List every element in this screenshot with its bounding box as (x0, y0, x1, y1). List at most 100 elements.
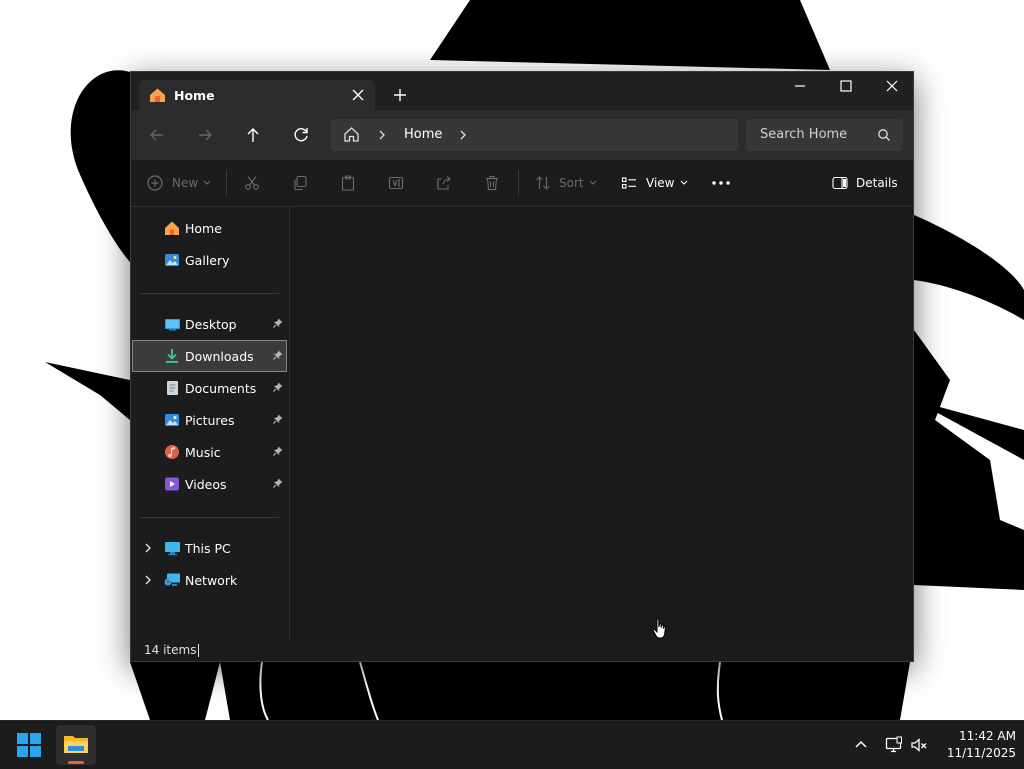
minimize-button[interactable] (777, 72, 823, 102)
chevron-right-icon[interactable] (377, 129, 387, 144)
arrow-left-icon (150, 129, 163, 141)
sidebar-item-label: Music (185, 445, 221, 460)
new-button[interactable]: New (147, 160, 211, 206)
cut-button[interactable] (244, 160, 260, 206)
share-icon (437, 176, 451, 190)
pin-icon[interactable] (273, 318, 283, 332)
sidebar-item-music[interactable]: Music (133, 437, 286, 467)
desktop-folder-icon (164, 316, 181, 335)
new-label: New (172, 176, 199, 190)
view-label: View (646, 176, 675, 190)
rename-icon (388, 176, 404, 190)
sidebar-item-videos[interactable]: Videos (133, 469, 286, 499)
close-tab-icon[interactable] (349, 86, 367, 104)
status-divider (198, 644, 199, 657)
details-button[interactable]: Details (832, 160, 898, 206)
paste-button[interactable] (340, 160, 356, 206)
clock-time[interactable]: 11:42 AM (940, 729, 1016, 743)
item-count: 14 items (144, 643, 197, 657)
tab-title: Home (174, 88, 215, 103)
this-pc-icon (164, 540, 181, 559)
new-tab-button[interactable] (389, 84, 411, 106)
cut-icon (245, 176, 259, 190)
sidebar-item-desktop[interactable]: Desktop (133, 309, 286, 339)
documents-folder-icon (164, 380, 180, 399)
breadcrumb-home[interactable]: Home (404, 127, 442, 142)
pictures-folder-icon (164, 412, 180, 431)
chevron-up-icon[interactable] (853, 737, 869, 754)
sidebar-item-documents[interactable]: Documents (133, 373, 286, 403)
divider (226, 170, 227, 196)
share-button[interactable] (436, 160, 452, 206)
search-icon (877, 128, 891, 145)
network-icon[interactable] (885, 736, 903, 757)
sidebar-item-label: This PC (185, 541, 231, 556)
details-pane-icon (832, 176, 848, 190)
view-button[interactable]: View (621, 160, 688, 206)
taskbar: 11:42 AM 11/11/2025 (0, 720, 1024, 769)
sidebar-item-label: Home (185, 221, 222, 236)
plus-circle-icon (147, 175, 163, 191)
home-icon (149, 87, 166, 106)
details-label: Details (856, 176, 898, 190)
rename-button[interactable] (388, 160, 404, 206)
paste-icon (341, 175, 355, 191)
maximize-button[interactable] (823, 72, 869, 102)
network-icon (164, 572, 181, 591)
more-icon (712, 181, 730, 185)
pin-icon[interactable] (273, 350, 283, 364)
pin-icon[interactable] (273, 478, 283, 492)
more-options-button[interactable] (711, 160, 731, 206)
search-placeholder: Search Home (760, 127, 848, 142)
volume-muted-icon[interactable] (910, 736, 928, 757)
downloads-folder-icon (164, 348, 180, 367)
close-icon (886, 80, 898, 92)
sidebar-item-gallery[interactable]: Gallery (133, 245, 286, 275)
arrow-up-icon (247, 128, 259, 142)
command-bar: New Sort View Details (131, 160, 913, 207)
back-button[interactable] (145, 123, 169, 147)
file-explorer-window: Home Home Search Home New Sort View Deta… (130, 71, 914, 662)
title-bar: Home (131, 72, 913, 110)
chevron-down-icon (681, 180, 688, 185)
close-window-button[interactable] (869, 72, 915, 102)
minimize-icon (795, 85, 805, 87)
refresh-button[interactable] (289, 123, 313, 147)
expand-chevron-icon[interactable] (143, 574, 153, 589)
search-box[interactable]: Search Home (746, 119, 903, 151)
copy-button[interactable] (292, 160, 308, 206)
sidebar-item-network[interactable]: Network (133, 565, 286, 595)
navigation-pane: Home Gallery Desktop Downloads Documents… (131, 207, 290, 639)
home-icon[interactable] (343, 126, 360, 146)
sort-button[interactable]: Sort (535, 160, 597, 206)
chevron-down-icon (589, 180, 596, 185)
home-icon (164, 220, 180, 239)
videos-folder-icon (164, 476, 180, 495)
sidebar-item-home[interactable]: Home (133, 213, 286, 243)
tab-home[interactable]: Home (139, 80, 375, 110)
sidebar-item-downloads[interactable]: Downloads (132, 340, 287, 372)
start-button[interactable] (16, 732, 42, 758)
chevron-right-icon[interactable] (458, 129, 468, 144)
sidebar-item-this-pc[interactable]: This PC (133, 533, 286, 563)
divider (141, 293, 279, 294)
sidebar-item-pictures[interactable]: Pictures (133, 405, 286, 435)
sidebar-item-label: Gallery (185, 253, 230, 268)
sort-label: Sort (559, 176, 584, 190)
expand-chevron-icon[interactable] (143, 542, 153, 557)
active-indicator (68, 761, 84, 764)
pin-icon[interactable] (273, 446, 283, 460)
up-button[interactable] (241, 123, 265, 147)
taskbar-file-explorer[interactable] (56, 725, 96, 765)
pin-icon[interactable] (273, 414, 283, 428)
maximize-icon (840, 80, 852, 92)
pin-icon[interactable] (273, 382, 283, 396)
forward-button[interactable] (193, 123, 217, 147)
clock-date[interactable]: 11/11/2025 (940, 746, 1016, 760)
file-list-area[interactable] (290, 207, 913, 639)
sidebar-item-label: Videos (185, 477, 227, 492)
address-bar[interactable]: Home (331, 119, 738, 151)
delete-icon (486, 175, 498, 191)
view-list-icon (621, 177, 636, 189)
delete-button[interactable] (484, 160, 500, 206)
